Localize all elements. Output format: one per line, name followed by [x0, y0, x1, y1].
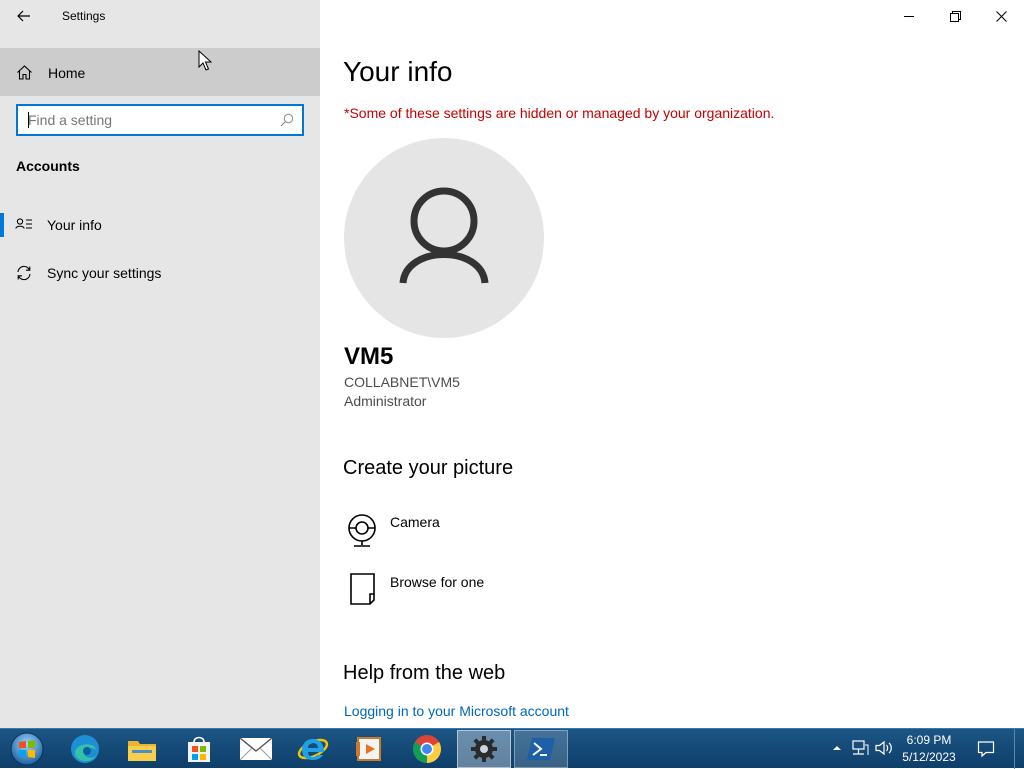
- search-icon[interactable]: [280, 113, 294, 127]
- taskbar-powershell[interactable]: [514, 730, 568, 768]
- volume-tray-button[interactable]: [875, 739, 893, 757]
- taskbar-mail[interactable]: [229, 730, 283, 768]
- clock-date: 5/12/2023: [902, 750, 956, 764]
- home-label: Home: [48, 65, 86, 81]
- speaker-icon: [875, 740, 892, 756]
- close-icon: [995, 10, 1007, 22]
- camera-label: Camera: [390, 514, 440, 530]
- restore-icon: [949, 10, 961, 22]
- search-box[interactable]: [16, 104, 304, 136]
- start-button[interactable]: [0, 730, 54, 768]
- help-heading: Help from the web: [343, 662, 506, 684]
- folder-icon: [128, 741, 156, 761]
- taskbar-chrome[interactable]: [400, 730, 454, 768]
- show-hidden-icons-button[interactable]: [828, 739, 846, 757]
- search-input[interactable]: [28, 110, 268, 130]
- taskbar-internet-explorer[interactable]: [286, 730, 340, 768]
- camera-icon: [348, 514, 376, 547]
- network-icon: [852, 740, 869, 755]
- sidebar-item-sync-settings[interactable]: Sync your settings: [0, 253, 320, 293]
- gear-icon: [471, 736, 497, 762]
- microsoft-account-link[interactable]: Logging in to your Microsoft account: [344, 703, 569, 719]
- camera-option[interactable]: Camera: [344, 512, 584, 556]
- back-arrow-icon: [17, 10, 30, 22]
- sidebar-item-your-info[interactable]: Your info: [0, 205, 320, 245]
- home-icon: [17, 65, 32, 80]
- browse-icon: [350, 573, 375, 605]
- managed-warning: *Some of these settings are hidden or ma…: [344, 105, 775, 121]
- chrome-icon: [413, 735, 441, 763]
- app-title: Settings: [62, 9, 106, 23]
- windows-start-icon: [10, 732, 44, 766]
- user-name: VM5: [344, 343, 394, 370]
- sidebar-item-label: Your info: [47, 217, 102, 233]
- browse-option[interactable]: Browse for one: [344, 572, 584, 616]
- taskbar-edge[interactable]: [58, 730, 112, 768]
- show-desktop-button[interactable]: [1014, 729, 1024, 769]
- internet-explorer-icon: [297, 738, 329, 760]
- media-player-icon: [356, 737, 381, 761]
- sidebar-item-label: Sync your settings: [47, 265, 162, 281]
- powershell-icon: [527, 738, 555, 760]
- edge-icon: [71, 735, 99, 763]
- text-caret: [28, 112, 29, 128]
- avatar: [344, 138, 544, 338]
- taskbar-file-explorer[interactable]: [115, 730, 169, 768]
- mail-icon: [239, 737, 273, 761]
- page-title: Your info: [343, 56, 453, 87]
- close-button[interactable]: [978, 0, 1024, 32]
- sidebar: Settings Home Accounts Your info Sync: [0, 0, 320, 728]
- restore-button[interactable]: [932, 0, 978, 32]
- minimize-button[interactable]: [886, 0, 932, 32]
- back-button[interactable]: [10, 4, 38, 28]
- chevron-up-icon: [833, 746, 841, 750]
- notification-icon: [977, 741, 995, 758]
- browse-label: Browse for one: [390, 574, 485, 590]
- minimize-icon: [903, 15, 914, 17]
- network-tray-button[interactable]: [851, 739, 869, 757]
- sync-icon: [17, 265, 31, 281]
- person-list-icon: [15, 218, 32, 229]
- create-picture-heading: Create your picture: [343, 457, 514, 479]
- sidebar-item-home[interactable]: Home: [0, 48, 320, 96]
- user-role: Administrator: [344, 393, 427, 409]
- title-bar: Settings: [0, 0, 320, 32]
- taskbar-clock[interactable]: 6:09 PM 5/12/2023: [896, 732, 962, 766]
- user-account: COLLABNET\VM5: [344, 374, 460, 390]
- mouse-cursor-icon: [198, 50, 212, 71]
- taskbar-settings[interactable]: [457, 730, 511, 768]
- user-icon: [399, 187, 489, 284]
- store-icon: [188, 736, 210, 762]
- taskbar-media-player[interactable]: [343, 730, 397, 768]
- taskbar-store[interactable]: [172, 730, 226, 768]
- taskbar: 6:09 PM 5/12/2023: [0, 728, 1024, 769]
- section-label-accounts: Accounts: [16, 158, 80, 174]
- clock-time: 6:09 PM: [906, 733, 952, 747]
- action-center-button[interactable]: [968, 731, 1004, 767]
